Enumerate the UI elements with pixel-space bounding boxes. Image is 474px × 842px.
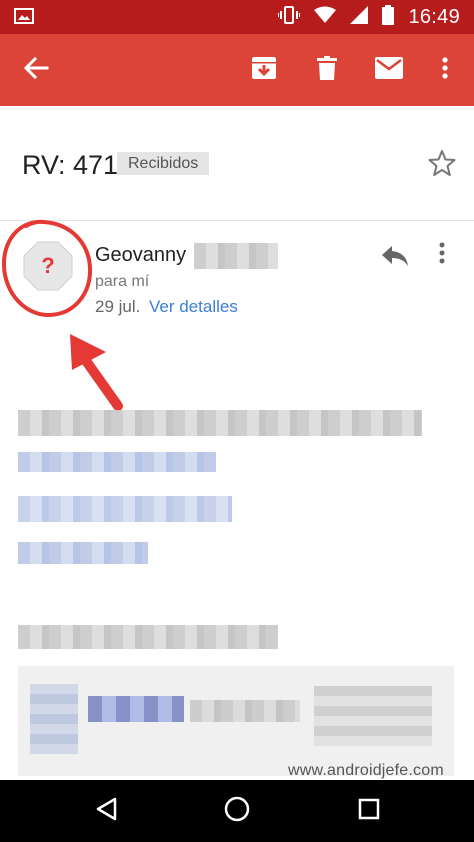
signal-icon bbox=[350, 5, 369, 29]
redacted-image bbox=[88, 696, 184, 722]
mark-unread-button[interactable] bbox=[363, 34, 415, 106]
view-details-link[interactable]: Ver detalles bbox=[149, 297, 238, 317]
archive-button[interactable] bbox=[238, 34, 290, 106]
circle-home-icon bbox=[224, 796, 250, 827]
battery-icon bbox=[382, 4, 395, 30]
redacted-line bbox=[18, 625, 278, 649]
redacted-image bbox=[314, 686, 432, 746]
status-time: 16:49 bbox=[408, 5, 460, 28]
arrow-left-icon bbox=[23, 56, 49, 85]
subject-row: RV: 471 bbox=[0, 106, 474, 221]
vibrate-icon bbox=[277, 5, 302, 30]
redacted-image bbox=[30, 684, 78, 754]
label-chip[interactable]: Recibidos bbox=[117, 152, 210, 175]
archive-icon bbox=[251, 56, 277, 85]
star-button[interactable] bbox=[428, 149, 456, 182]
app-bar bbox=[0, 34, 474, 106]
status-bar: 16:49 bbox=[0, 0, 474, 34]
redacted-line bbox=[18, 452, 216, 472]
back-button[interactable] bbox=[10, 34, 62, 106]
star-icon bbox=[428, 150, 456, 181]
triangle-back-icon bbox=[95, 797, 117, 826]
nav-back-button[interactable] bbox=[66, 780, 146, 842]
message-date: 29 jul. bbox=[95, 297, 141, 316]
message-subject: RV: 471 bbox=[22, 150, 119, 180]
more-vert-icon bbox=[442, 56, 448, 84]
sender-name[interactable]: Geovanny bbox=[95, 244, 186, 267]
watermark: www.androidjefe.com bbox=[288, 762, 444, 779]
delete-button[interactable] bbox=[301, 34, 353, 106]
recipient-line: para mí bbox=[95, 273, 150, 290]
nav-home-button[interactable] bbox=[197, 780, 277, 842]
reply-button[interactable] bbox=[380, 240, 410, 275]
redacted-line bbox=[190, 700, 300, 722]
more-vert-icon bbox=[438, 242, 446, 272]
message-more-button[interactable] bbox=[438, 240, 446, 273]
nav-recents-button[interactable] bbox=[329, 780, 409, 842]
annotation-arrow bbox=[62, 330, 126, 417]
reply-icon bbox=[380, 246, 410, 274]
annotation-circle bbox=[0, 216, 96, 320]
mail-icon bbox=[375, 56, 403, 84]
trash-icon bbox=[317, 55, 337, 85]
navigation-bar bbox=[0, 780, 474, 842]
square-recents-icon bbox=[358, 798, 380, 825]
redacted-line bbox=[18, 410, 422, 436]
redacted-line bbox=[18, 542, 148, 564]
sender-redacted bbox=[194, 243, 278, 269]
image-icon bbox=[14, 8, 34, 29]
more-options-button[interactable] bbox=[424, 34, 466, 106]
wifi-icon bbox=[314, 6, 337, 29]
redacted-line bbox=[18, 496, 232, 522]
